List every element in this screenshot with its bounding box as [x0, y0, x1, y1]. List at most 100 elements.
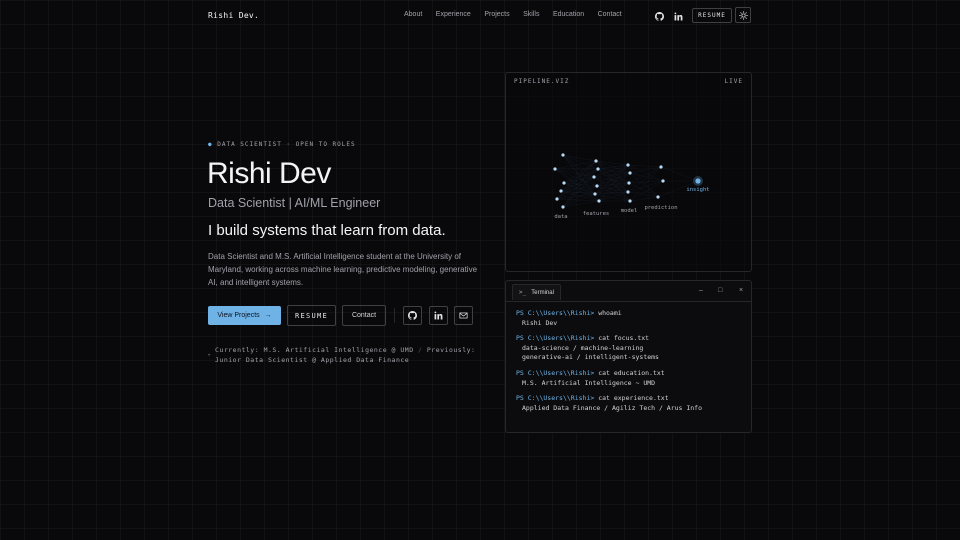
stage-label-insight: insight [686, 187, 709, 193]
terminal-command: cat experience.txt [598, 394, 669, 403]
terminal-output: PS C:\\Users\\Rishi> whoami Rishi Dev PS C… [516, 309, 702, 419]
hero-description: Data Scientist and M.S. Artificial Intel… [208, 252, 478, 287]
currently-value: M.S. Artificial Intelligence @ UMD [263, 346, 414, 354]
pipeline-node [626, 190, 630, 194]
terminal-block: PS C:\\Users\\Rishi> whoami Rishi Dev [516, 309, 702, 328]
top-navigation: Rishi Dev. About Experience Projects Ski… [0, 0, 960, 32]
pipeline-edge [593, 176, 630, 184]
terminal-command-line: PS C:\\Users\\Rishi> cat experience.txt [516, 394, 702, 404]
pipeline-node [594, 159, 598, 163]
hero-tagline: I build systems that learn from data. [208, 222, 446, 239]
pipeline-node [659, 165, 663, 169]
terminal-prompt: PS C:\\Users\\Rishi> [516, 309, 599, 317]
terminal-tab-label: Terminal [531, 289, 554, 296]
linkedin-icon [434, 311, 443, 320]
terminal-command-line: PS C:\\Users\\Rishi> cat focus.txt [516, 334, 702, 344]
pipeline-node [592, 175, 596, 179]
pipeline-edge [629, 196, 659, 202]
pipeline-graph: data features model prediction insight [553, 153, 710, 220]
stage-label-data: data [554, 214, 567, 220]
eyebrow-text: DATA SCIENTIST · OPEN TO ROLES [217, 141, 356, 148]
email-button[interactable] [454, 306, 473, 325]
view-projects-label: View Projects [217, 312, 260, 319]
pipeline-edge [562, 154, 597, 162]
nav-link-skills[interactable]: Skills [523, 11, 539, 18]
stage-label-model: model [621, 208, 638, 214]
terminal-prompt: PS C:\\Users\\Rishi> [516, 334, 599, 343]
terminal-command-line: PS C:\\Users\\Rishi> whoami [516, 309, 702, 319]
minimize-icon[interactable]: – [699, 287, 703, 294]
terminal-titlebar: >_ Terminal – □ × [506, 281, 751, 302]
pipeline-node [627, 181, 631, 185]
pipeline-node [562, 181, 566, 185]
terminal-output-line: generative-ai / intelligent-systems [522, 353, 659, 362]
pipeline-node [559, 189, 563, 193]
divider [394, 308, 395, 323]
pipeline-node [553, 167, 557, 171]
pipeline-node [561, 205, 565, 209]
nav-link-experience[interactable]: Experience [436, 11, 471, 18]
hero-eyebrow: ● DATA SCIENTIST · OPEN TO ROLES [208, 141, 356, 148]
pipeline-node [597, 199, 601, 203]
status-separator: / [418, 346, 423, 354]
terminal-output-line: M.S. Artificial Intelligence ~ UMD [522, 378, 656, 387]
terminal-output-line: data-science / machine-learning [522, 343, 644, 352]
stage-label-prediction: prediction [644, 205, 677, 211]
eyebrow-dot-icon: ● [208, 141, 213, 148]
github-icon [408, 311, 417, 320]
linkedin-button[interactable] [429, 306, 448, 325]
pipeline-node [561, 153, 565, 157]
sun-icon [738, 10, 748, 20]
contact-button[interactable]: Contact [342, 305, 386, 326]
terminal-prompt-icon: >_ [519, 289, 527, 296]
mail-icon [459, 312, 468, 319]
close-icon[interactable]: × [739, 287, 743, 294]
pipeline-edge [627, 191, 659, 198]
pipeline-edge [628, 166, 662, 184]
github-button[interactable] [403, 306, 422, 325]
status-line-1: Currently: M.S. Artificial Intelligence … [208, 345, 475, 355]
nav-link-contact[interactable]: Contact [598, 11, 622, 18]
theme-toggle-button[interactable] [735, 7, 751, 23]
terminal-prompt: PS C:\\Users\\Rishi> [516, 394, 599, 403]
pipeline-edge [628, 182, 659, 198]
terminal-command: cat focus.txt [598, 334, 650, 343]
hero-name: Rishi Dev [207, 157, 331, 190]
nav-link-education[interactable]: Education [553, 11, 584, 18]
nav-link-about[interactable]: About [404, 11, 422, 18]
terminal-tab[interactable]: >_ Terminal [512, 284, 561, 300]
nav-link-projects[interactable]: Projects [484, 11, 509, 18]
previously-label: Previously: [426, 346, 476, 354]
resume-button[interactable]: RESUME [287, 305, 336, 326]
terminal-command: cat education.txt [598, 368, 665, 377]
maximize-icon[interactable]: □ [718, 287, 722, 294]
pipeline-viz-panel: PIPELINE.VIZ LIVE data features model pr… [505, 72, 752, 272]
linkedin-icon[interactable] [672, 10, 684, 22]
pipeline-edge [660, 166, 699, 182]
pipeline-node [628, 171, 632, 175]
resume-button-nav[interactable]: RESUME [692, 8, 732, 23]
pipeline-node [595, 184, 599, 188]
terminal-output-line: Rishi Dev [522, 318, 558, 327]
pipeline-node [695, 178, 701, 184]
view-projects-button[interactable]: View Projects → [208, 306, 281, 325]
pipeline-node [656, 195, 660, 199]
terminal-block: PS C:\\Users\\Rishi> cat focus.txt data-s… [516, 334, 702, 363]
pipeline-node [596, 167, 600, 171]
pipeline-node [593, 192, 597, 196]
pipeline-node [661, 179, 665, 183]
pipeline-edge [562, 185, 598, 208]
terminal-command: whoami [598, 309, 622, 317]
pipeline-node [628, 199, 632, 203]
terminal-block: PS C:\\Users\\Rishi> cat education.txt M.… [516, 369, 702, 388]
terminal-command-line: PS C:\\Users\\Rishi> cat education.txt [516, 369, 702, 379]
pipeline-edge [598, 172, 631, 202]
nav-links: About Experience Projects Skills Educati… [404, 11, 635, 18]
status-line-2: Junior Data Scientist @ Applied Data Fin… [215, 356, 410, 364]
stage-label-features: features [583, 211, 610, 217]
chevron-right-icon: ▸ [208, 352, 212, 358]
site-logo[interactable]: Rishi Dev. [208, 11, 259, 20]
terminal-window: >_ Terminal – □ × PS C:\\Users\\Rishi> w… [505, 280, 752, 433]
currently-label: Currently: [215, 346, 260, 354]
github-icon[interactable] [653, 10, 665, 22]
